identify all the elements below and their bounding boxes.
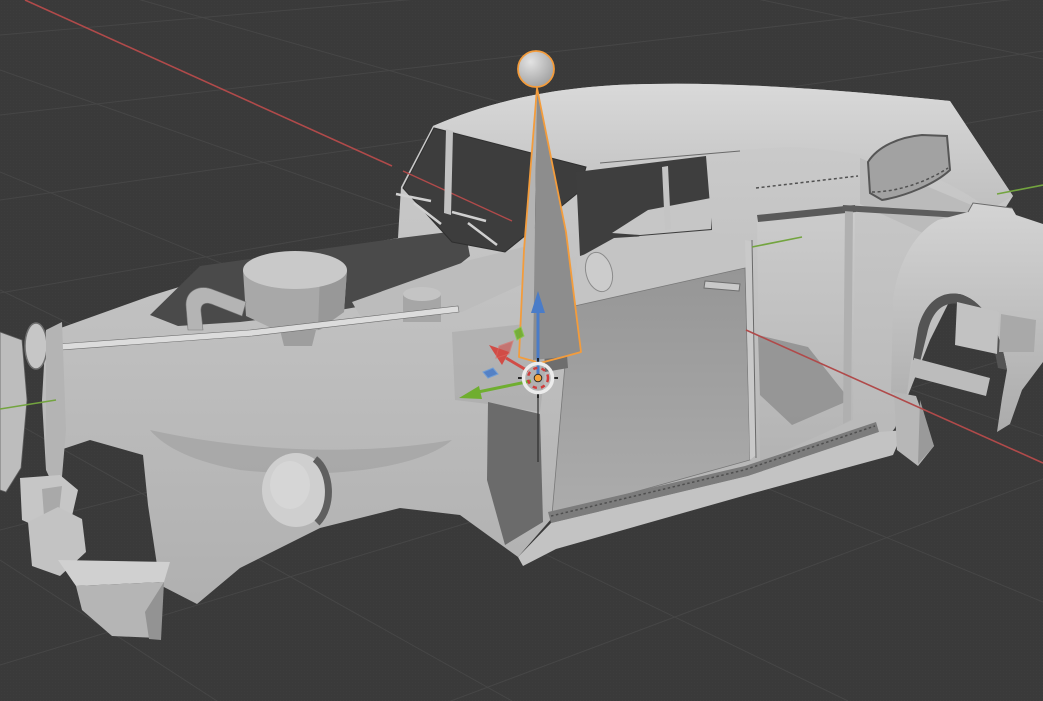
headlight[interactable]	[262, 453, 332, 527]
cursor-center-dot	[533, 373, 543, 383]
wheelwell-inner-panel-2	[999, 314, 1036, 352]
bumper-horn-top	[58, 560, 170, 586]
blender-3d-viewport[interactable]	[0, 0, 1043, 701]
sphere-mesh[interactable]	[517, 50, 555, 88]
left-headlight-hint	[24, 322, 48, 370]
